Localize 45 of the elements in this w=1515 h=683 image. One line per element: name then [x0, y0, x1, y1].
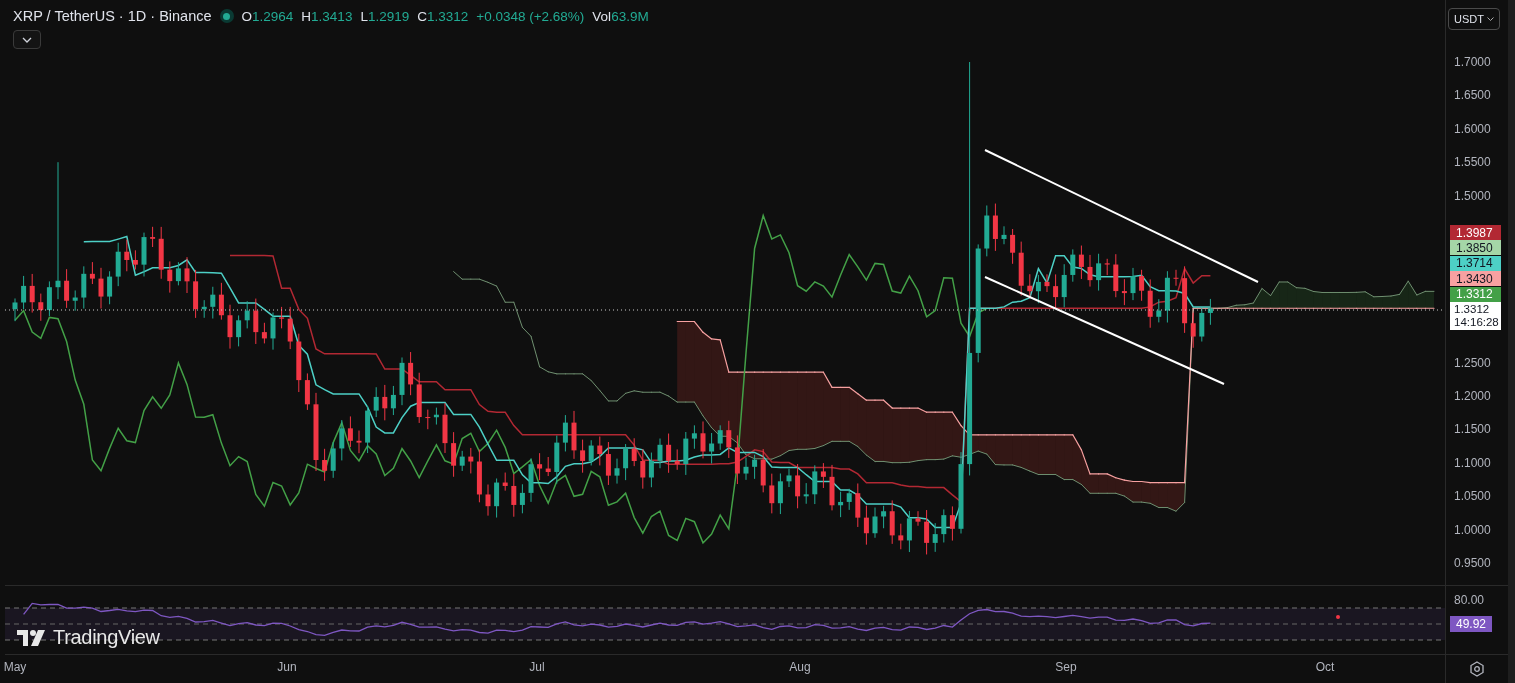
time-axis-label: May: [3, 660, 27, 674]
price-axis-label: 1.0000: [1454, 522, 1491, 537]
price-line-label: 1.3312: [1450, 286, 1501, 302]
ohlc-reading: L1.2919: [360, 8, 410, 24]
time-axis-label: Jun: [277, 660, 297, 674]
channel-trendline[interactable]: [984, 276, 1225, 385]
rsi-axis-label: 80.00: [1454, 593, 1485, 607]
time-axis-label: Jul: [529, 660, 545, 674]
last-price-value: 1.3312: [1454, 303, 1491, 316]
price-axis-label: 1.0500: [1454, 489, 1491, 504]
price-line-label: 1.3850: [1450, 240, 1501, 256]
ohlc-reading: C1.3312: [417, 8, 469, 24]
chevron-down-icon: [22, 36, 32, 43]
time-axis-label: Sep: [1055, 660, 1077, 674]
channel-trendline[interactable]: [984, 149, 1259, 283]
logo-text: TradingView: [53, 626, 160, 649]
alert-dot: [1336, 615, 1340, 619]
rsi-value-label: 49.92: [1450, 616, 1493, 632]
price-axis-label: 1.5000: [1454, 188, 1491, 203]
price-axis-label: 1.6500: [1454, 88, 1491, 103]
time-axis-label: Oct: [1315, 660, 1335, 674]
price-axis-label: 0.9500: [1454, 556, 1491, 570]
market-status-icon: [219, 9, 234, 23]
currency-dropdown[interactable]: USDT: [1448, 8, 1500, 30]
price-line-label: 1.3430: [1450, 271, 1501, 287]
time-axis-label: Aug: [789, 660, 811, 674]
price-axis-label: 1.1000: [1454, 455, 1491, 470]
settings-icon[interactable]: [1469, 661, 1485, 677]
caret-icon: [1487, 17, 1494, 21]
logo-icon: [17, 629, 47, 646]
price-change: +0.0348 (+2.68%): [476, 8, 585, 24]
bar-countdown: 14:16:28: [1454, 316, 1500, 329]
price-line-label: 1.3987: [1450, 225, 1501, 240]
price-line-label: 1.3714: [1450, 255, 1501, 271]
price-axis-label: 1.7000: [1454, 55, 1491, 69]
price-axis-label: 1.1500: [1454, 422, 1491, 437]
ohlc-reading: H1.3413: [301, 8, 353, 24]
collapse-button[interactable]: [13, 30, 41, 49]
price-axis-label: 1.6000: [1454, 121, 1491, 136]
volume-reading: Vol63.9M: [592, 8, 649, 24]
symbol-title[interactable]: XRP / TetherUS · 1D · Binance: [13, 8, 212, 24]
price-axis-label: 1.2000: [1454, 389, 1491, 403]
price-axis-label: 1.5500: [1454, 155, 1491, 170]
price-axis-label: 1.2500: [1454, 355, 1491, 370]
ohlc-reading: O1.2964: [241, 8, 294, 24]
